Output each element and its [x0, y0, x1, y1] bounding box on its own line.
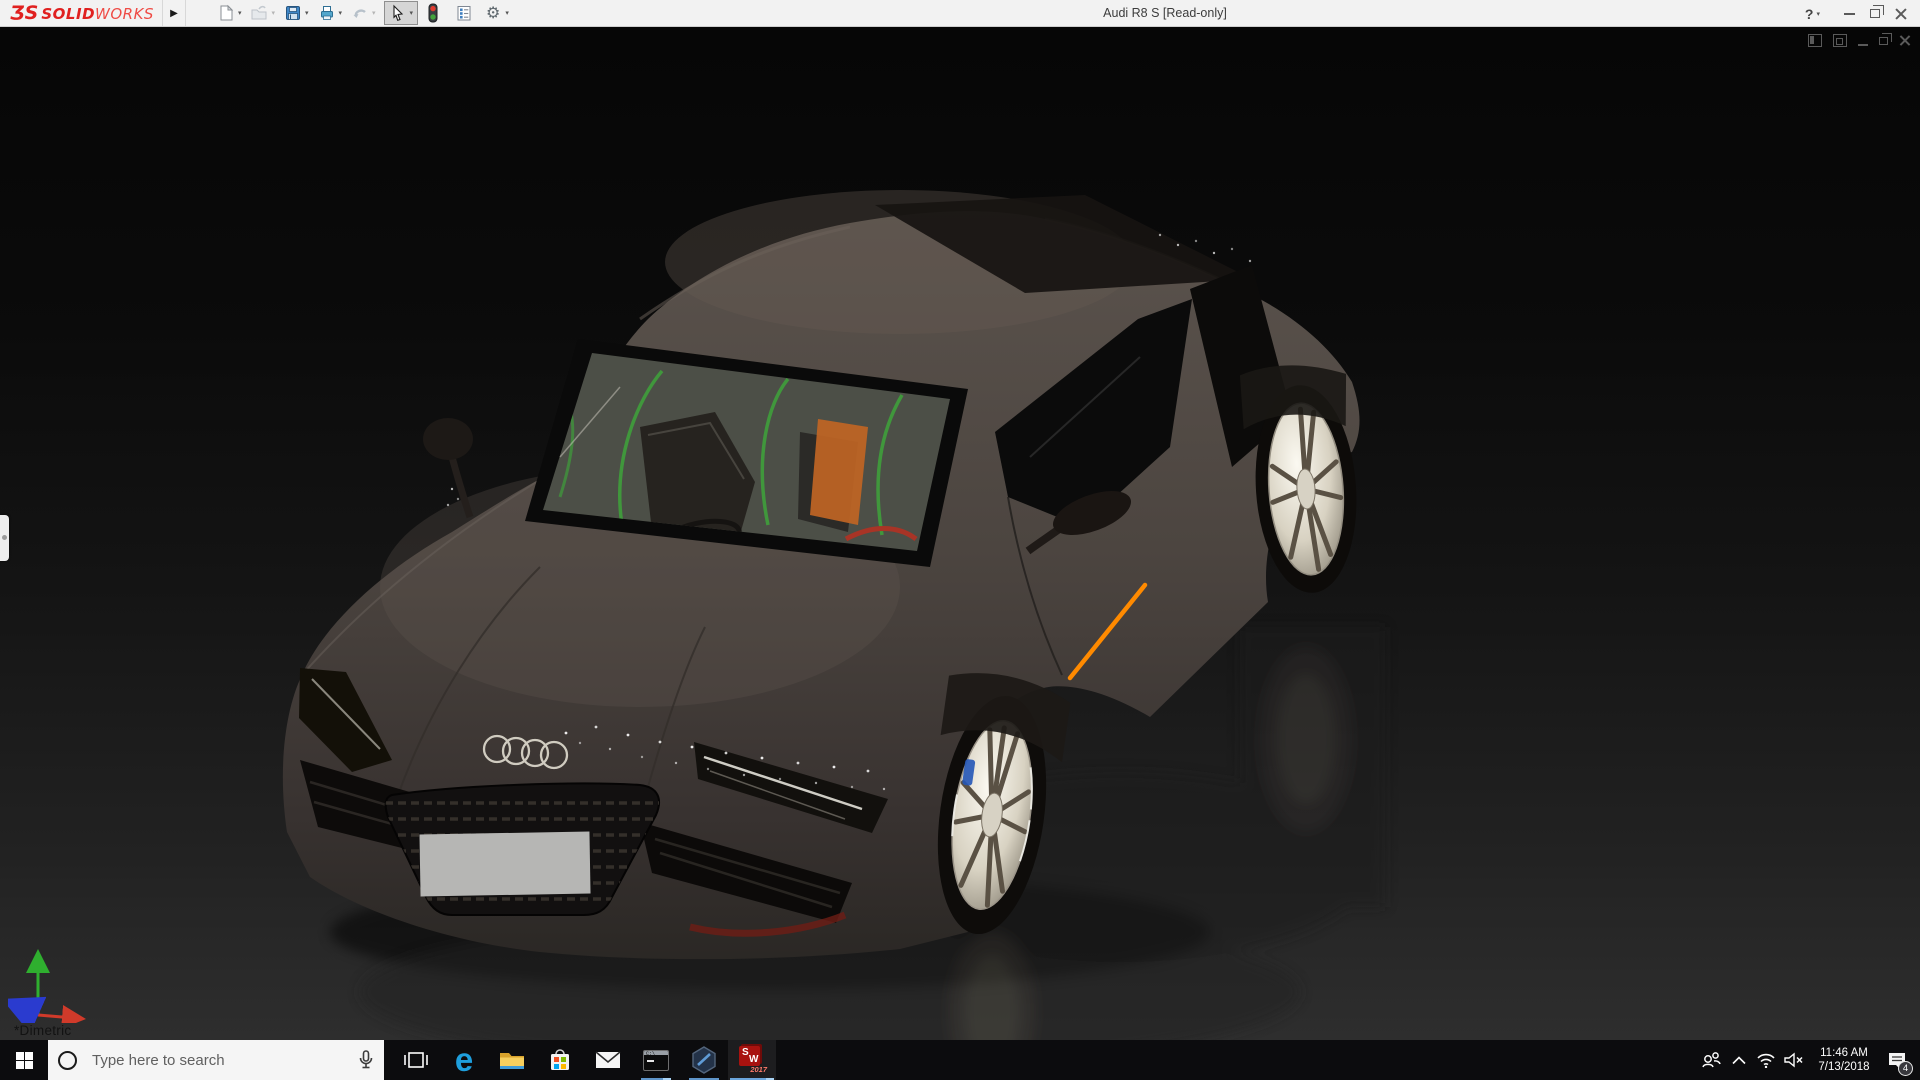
window-caption-controls: ? ▾ [1805, 0, 1914, 27]
document-title: Audi R8 S [Read-only] [1040, 6, 1290, 20]
cmd-titlebar-text: C:\ [646, 1051, 655, 1057]
mail-icon [595, 1050, 621, 1070]
dropdown-arrow: ▾ [372, 9, 376, 17]
solidworks-window: ƷSSOLIDWORKS ▶ ▾ ▾ [0, 0, 1920, 1080]
speaker-muted-icon [1784, 1052, 1804, 1068]
view-orientation-label: *Dimetric [14, 1023, 71, 1038]
interior-orange-panel [810, 419, 868, 525]
notification-badge: 4 [1898, 1061, 1913, 1076]
dropdown-arrow[interactable]: ▾ [305, 9, 309, 17]
solidworks-logo-glyph: ƷS [10, 2, 38, 24]
taskbar-command-prompt[interactable]: C:\ [632, 1040, 680, 1080]
taskbar-file-explorer[interactable] [488, 1040, 536, 1080]
system-tray: 11:46 AM 7/13/2018 4 [1696, 1040, 1920, 1080]
print-icon [318, 4, 336, 22]
start-button[interactable] [0, 1040, 48, 1080]
help-label: ? [1805, 6, 1814, 22]
feature-tree-flyout-tab[interactable] [0, 515, 9, 561]
edge-icon: e [455, 1043, 473, 1076]
document-window-controls [1808, 34, 1910, 47]
license-plate [419, 832, 590, 897]
graphics-viewport[interactable]: *Dimetric [0, 27, 1920, 1040]
task-view-icon [404, 1049, 428, 1071]
rebuild-stoplight-button[interactable] [425, 2, 441, 24]
clock-date: 7/13/2018 [1808, 1060, 1880, 1074]
quick-access-toolbar: ▾ ▾ ▾ ▾ [216, 0, 517, 27]
gear-icon: ⚙ [486, 5, 500, 21]
volume-button[interactable] [1780, 1052, 1808, 1068]
close-icon [1895, 8, 1907, 20]
title-bar: ƷSSOLIDWORKS ▶ ▾ ▾ [0, 0, 1920, 27]
undo-icon [351, 4, 369, 22]
file-properties-button[interactable] [454, 3, 474, 23]
chevron-up-icon [1732, 1056, 1746, 1065]
new-document-icon [217, 4, 235, 22]
close-button[interactable] [1888, 0, 1914, 27]
microphone-icon[interactable] [358, 1050, 374, 1070]
menu-flyout-button[interactable]: ▶ [163, 0, 185, 26]
dropdown-arrow[interactable]: ▾ [238, 9, 242, 17]
save-floppy-icon [284, 4, 302, 22]
flyout-grip-dot [2, 535, 7, 540]
document-minimize-icon[interactable] [1858, 44, 1868, 46]
select-cursor-icon [389, 4, 407, 22]
store-icon [548, 1048, 572, 1072]
file-explorer-icon [498, 1049, 526, 1072]
dropdown-arrow[interactable]: ▾ [410, 9, 414, 17]
solidworks-2017-icon: S W 2017 [737, 1046, 767, 1074]
command-prompt-icon: C:\ [643, 1050, 669, 1071]
dropdown-arrow[interactable]: ▾ [339, 9, 343, 17]
file-properties-icon [455, 4, 473, 22]
windows-taskbar: e C:\ [0, 1040, 1920, 1080]
dropdown-arrow[interactable]: ▾ [1816, 10, 1820, 18]
restore-button[interactable] [1862, 0, 1888, 27]
restore-icon [1870, 9, 1880, 18]
z-axis-arrow [20, 1007, 38, 1015]
taskbar-mail[interactable] [584, 1040, 632, 1080]
document-close-icon[interactable] [1899, 35, 1910, 46]
wifi-icon [1756, 1052, 1776, 1068]
network-button[interactable] [1752, 1052, 1780, 1068]
print-button[interactable]: ▾ [317, 3, 344, 23]
hexagon-app-icon [691, 1046, 717, 1074]
taskbar-solidworks[interactable]: S W 2017 [728, 1040, 776, 1080]
action-center-button[interactable]: 4 [1880, 1040, 1914, 1080]
3d-model-audi-r8[interactable] [0, 27, 1920, 1040]
document-restore-icon[interactable] [1879, 37, 1888, 45]
preview-pane-icon[interactable] [1833, 34, 1847, 47]
minimize-button[interactable] [1836, 0, 1862, 27]
people-button[interactable] [1696, 1051, 1726, 1069]
select-tool-button[interactable]: ▾ [384, 1, 419, 25]
tray-overflow-button[interactable] [1726, 1056, 1752, 1065]
taskbar-clock[interactable]: 11:46 AM 7/13/2018 [1808, 1046, 1880, 1074]
open-folder-icon [250, 4, 268, 22]
clock-time: 11:46 AM [1808, 1046, 1880, 1060]
taskbar-edge[interactable]: e [440, 1040, 488, 1080]
help-button[interactable]: ? ▾ [1805, 6, 1820, 22]
people-icon [1700, 1051, 1722, 1069]
task-view-button[interactable] [392, 1040, 440, 1080]
x-axis-arrow [38, 1015, 74, 1018]
divider [185, 0, 186, 26]
windows-logo-icon [16, 1052, 33, 1069]
save-button[interactable]: ▾ [283, 3, 310, 23]
solidworks-logo: ƷSSOLIDWORKS [10, 2, 154, 24]
taskbar-search[interactable] [48, 1040, 384, 1080]
orientation-triad [8, 945, 98, 1023]
options-button[interactable]: ⚙ ▾ [485, 4, 510, 22]
cortana-icon[interactable] [58, 1051, 77, 1070]
undo-button[interactable]: ▾ [350, 3, 377, 23]
taskbar-visualize-app[interactable] [680, 1040, 728, 1080]
display-pane-icon[interactable] [1808, 34, 1822, 47]
search-input[interactable] [92, 1052, 322, 1069]
dropdown-arrow[interactable]: ▾ [505, 9, 509, 17]
minimize-icon [1844, 13, 1855, 15]
sw-year-label: 2017 [750, 1065, 767, 1074]
dropdown-arrow: ▾ [271, 9, 275, 17]
open-button[interactable]: ▾ [249, 3, 276, 23]
left-mirror[interactable] [423, 418, 473, 517]
rebuild-stoplight-icon [426, 3, 440, 23]
new-document-button[interactable]: ▾ [216, 3, 243, 23]
taskbar-store[interactable] [536, 1040, 584, 1080]
